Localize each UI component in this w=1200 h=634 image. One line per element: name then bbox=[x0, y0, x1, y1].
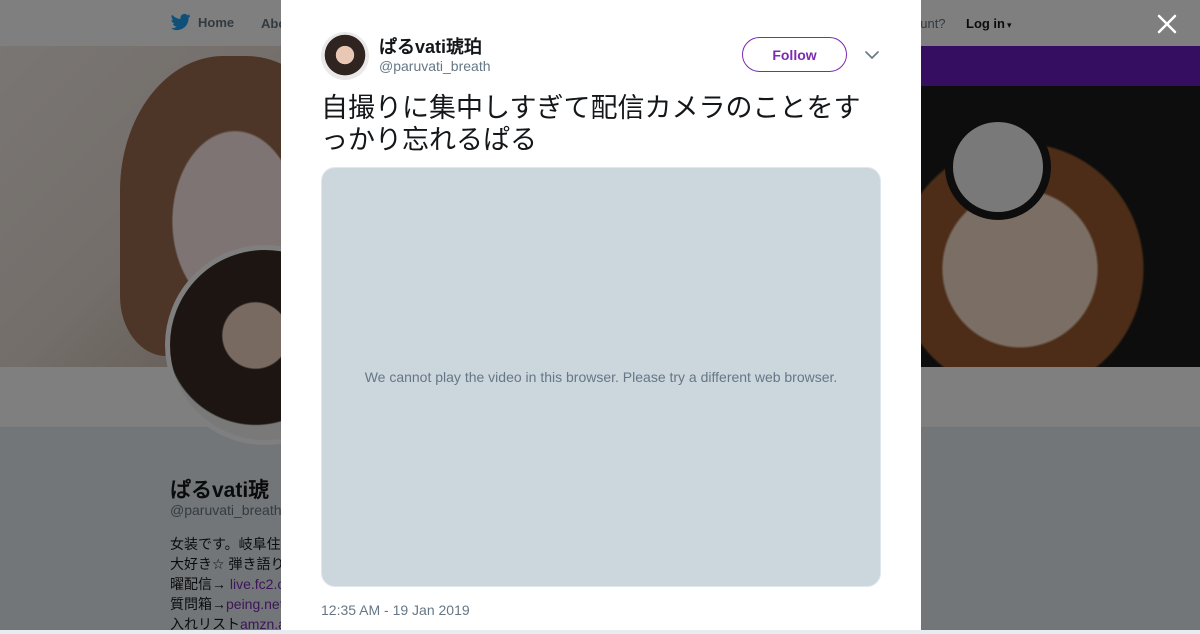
tweet-author-avatar[interactable] bbox=[321, 32, 369, 80]
close-icon[interactable] bbox=[1155, 12, 1179, 36]
tweet-author-name[interactable]: ぱるvati琥珀 bbox=[379, 33, 482, 59]
tweet-author-handle[interactable]: @paruvati_breath bbox=[379, 58, 491, 74]
follow-button[interactable]: Follow bbox=[742, 37, 847, 72]
chevron-down-icon[interactable] bbox=[864, 47, 880, 63]
tweet-modal: ぱるvati琥珀 @paruvati_breath Follow 自撮りに集中し… bbox=[281, 0, 921, 630]
tweet-timestamp[interactable]: 12:35 AM - 19 Jan 2019 bbox=[321, 602, 470, 618]
video-player[interactable]: We cannot play the video in this browser… bbox=[321, 167, 881, 587]
tweet-text: 自撮りに集中しすぎて配信カメラのことをすっかり忘れるぱる bbox=[321, 93, 861, 155]
video-error-message: We cannot play the video in this browser… bbox=[364, 369, 838, 385]
